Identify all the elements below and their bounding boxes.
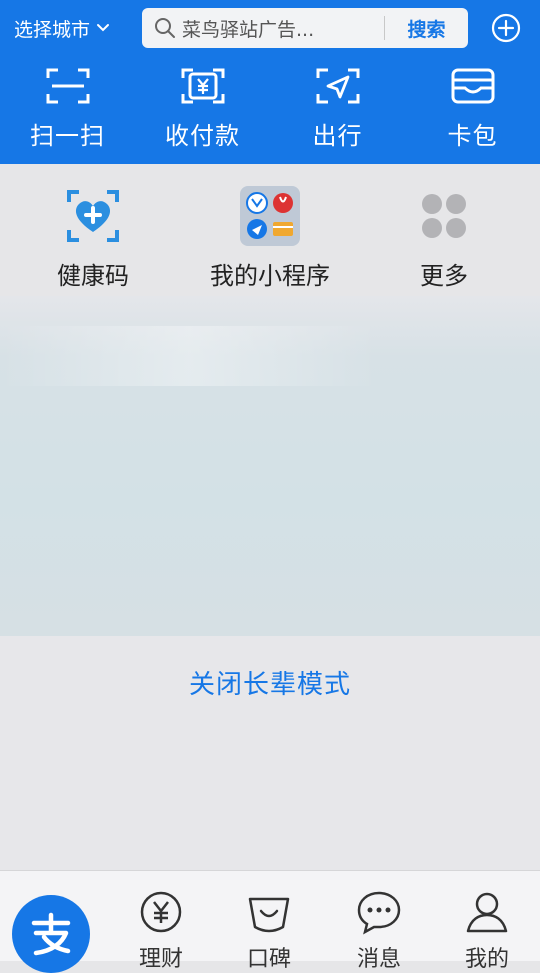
tool-payment[interactable]: 收付款 [135,60,270,160]
tool-scan[interactable]: 扫一扫 [0,60,135,160]
shortcut-health-code[interactable]: 健康码 [33,164,153,291]
top-bar: 选择城市 菜鸟驿站广告... 搜索 [0,0,540,56]
city-label: 选择城市 [14,18,91,41]
mini-programs-icon [240,186,300,246]
tool-cards-label: 卡包 [447,122,498,150]
tool-travel-label: 出行 [312,122,363,150]
nav-messages-label: 消息 [356,947,401,972]
health-code-icon [67,190,119,242]
finance-icon [140,891,182,933]
nav-finance-label: 理财 [138,947,183,972]
nav-koubei-label: 口碑 [246,947,291,972]
shortcut-health-code-label: 健康码 [57,262,129,290]
shortcut-mini-programs-label: 我的小程序 [210,262,330,290]
tool-scan-label: 扫一扫 [30,122,105,150]
banner-light-streak [0,326,540,386]
top-header: 选择城市 菜鸟驿站广告... 搜索 扫一扫 收付款 出行 卡包 [0,0,540,164]
nav-finance[interactable]: 理财 [116,889,206,973]
bottom-navigation: 理财 口碑 消息 我的 [0,870,540,973]
search-input[interactable]: 菜鸟驿站广告... [182,15,378,42]
tool-travel[interactable]: 出行 [270,60,405,160]
payment-code-icon [181,68,224,104]
shortcut-panel: 健康码 我的小程序 更多 [0,164,540,296]
tool-cards[interactable]: 卡包 [405,60,540,160]
close-elder-mode-link[interactable]: 关闭长辈模式 [0,664,540,701]
message-icon [357,891,401,935]
koubei-icon [248,897,290,933]
shortcut-mini-programs[interactable]: 我的小程序 [190,164,350,291]
tool-payment-label: 收付款 [165,122,240,150]
card-wallet-icon [451,68,494,104]
search-button[interactable]: 搜索 [385,15,468,42]
profile-icon [466,892,508,933]
search-icon [155,18,175,38]
more-grid-icon [422,194,466,238]
shortcut-more-label: 更多 [420,262,468,290]
search-bar[interactable]: 菜鸟驿站广告... 搜索 [142,8,468,48]
scan-icon [46,68,89,104]
chevron-down-icon [97,24,110,32]
nav-profile-label: 我的 [464,947,509,972]
alipay-home-icon [31,912,71,956]
nav-koubei[interactable]: 口碑 [224,889,314,973]
background-banner [0,296,540,636]
city-selector[interactable]: 选择城市 [14,14,110,42]
nav-messages[interactable]: 消息 [334,889,424,973]
travel-icon [316,68,359,104]
nav-profile[interactable]: 我的 [442,889,532,973]
quick-tools: 扫一扫 收付款 出行 卡包 [0,60,540,160]
nav-home[interactable] [12,895,90,973]
shortcut-more[interactable]: 更多 [384,164,504,291]
add-circle-icon[interactable] [490,12,522,44]
